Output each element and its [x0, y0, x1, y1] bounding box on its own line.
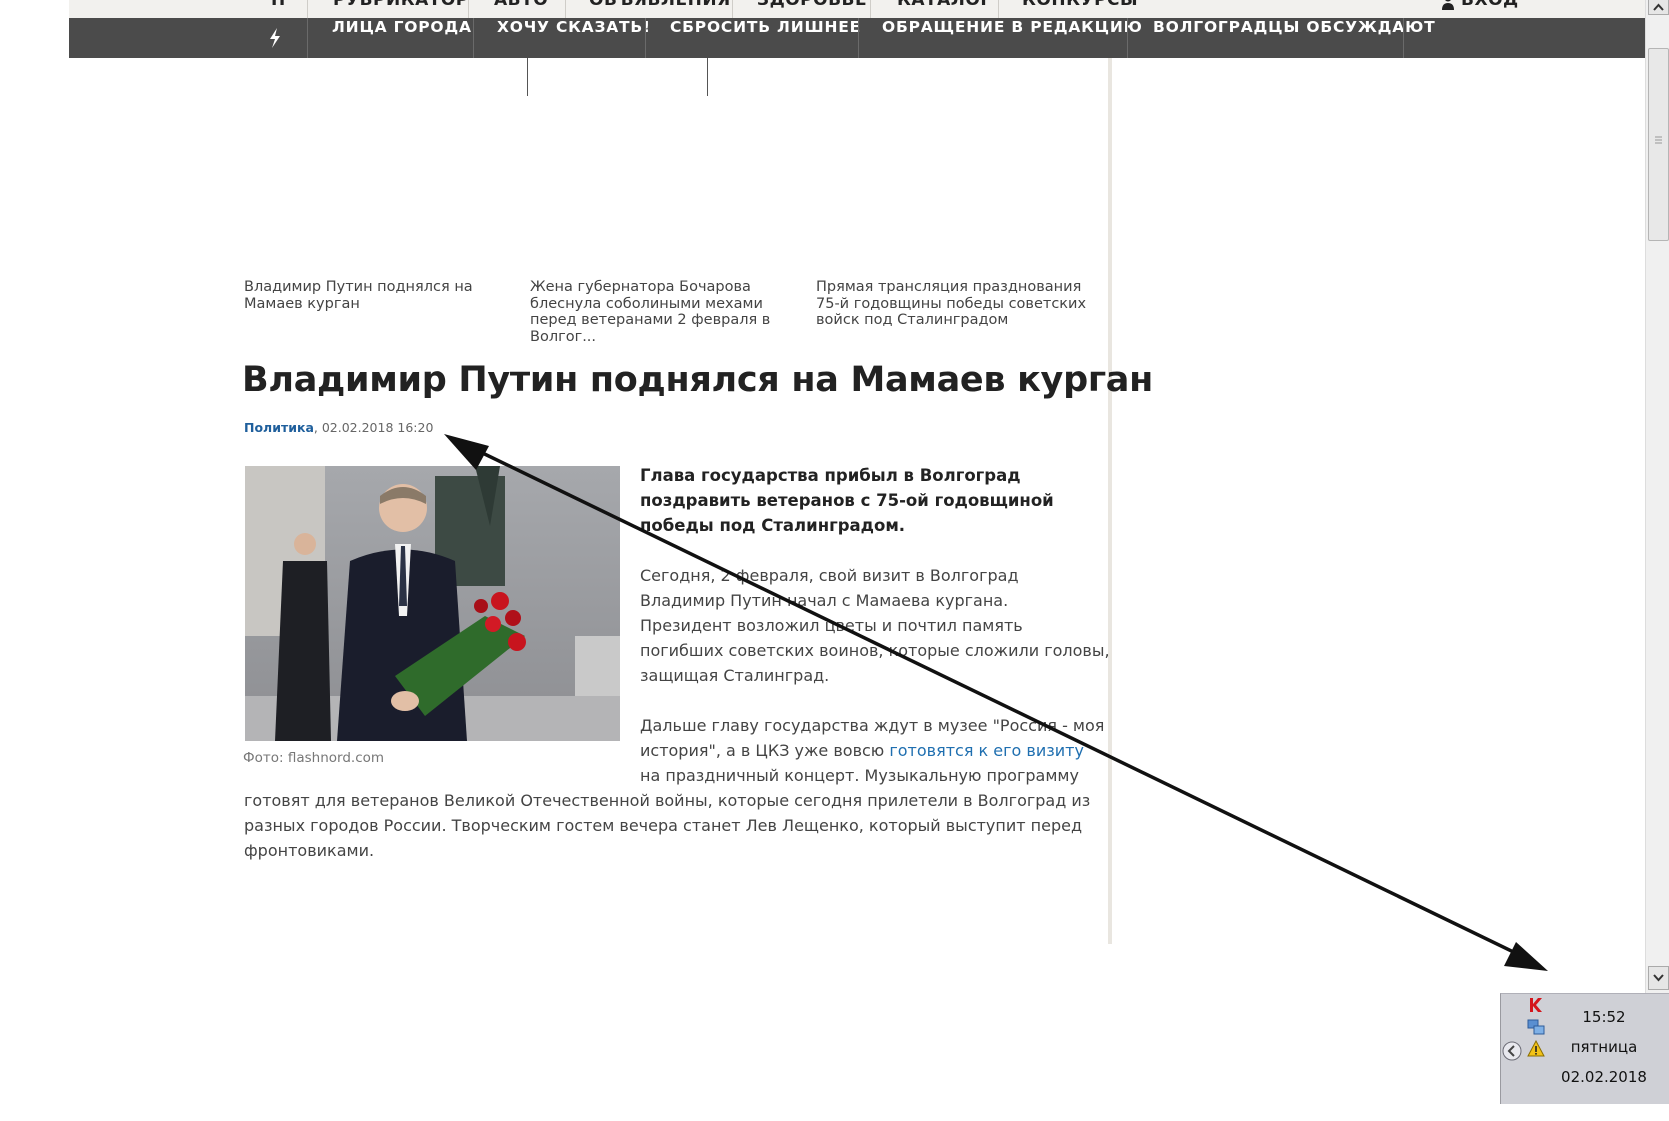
annotation-arrow	[444, 434, 1548, 971]
arrowhead-bottom	[1504, 942, 1548, 971]
arrowhead-top	[444, 434, 489, 470]
